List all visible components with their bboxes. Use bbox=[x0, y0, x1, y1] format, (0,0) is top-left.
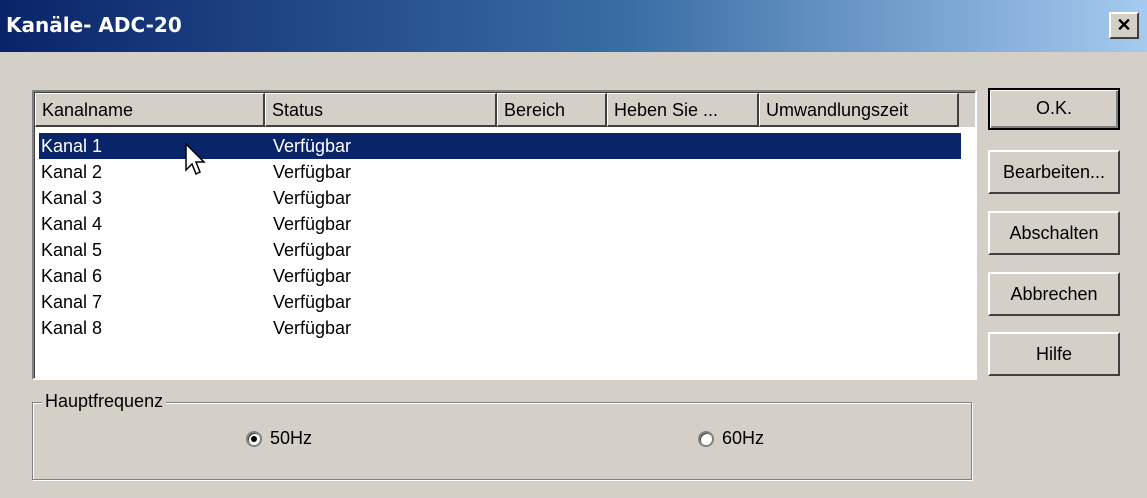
edit-button[interactable]: Bearbeiten... bbox=[988, 150, 1120, 194]
disable-button[interactable]: Abschalten bbox=[988, 211, 1120, 255]
radio-50hz[interactable]: 50Hz bbox=[246, 428, 312, 449]
frequency-group-label: Hauptfrequenz bbox=[42, 391, 167, 412]
help-button[interactable]: Hilfe bbox=[988, 332, 1120, 376]
row-status: Verfügbar bbox=[273, 240, 352, 260]
row-status: Verfügbar bbox=[273, 136, 352, 156]
ok-button-label: O.K. bbox=[1035, 98, 1072, 118]
row-channel-name: Kanal 3 bbox=[41, 188, 103, 208]
column-header-bereich[interactable]: Bereich bbox=[497, 93, 607, 127]
window-title: Kanäle- ADC-20 bbox=[6, 13, 182, 37]
row-channel-name: Kanal 8 bbox=[41, 318, 103, 338]
table-row[interactable]: Kanal 4 Verfügbar bbox=[39, 211, 961, 237]
radio-60hz[interactable]: 60Hz bbox=[698, 428, 764, 449]
row-status: Verfügbar bbox=[273, 292, 352, 312]
channel-list[interactable]: Kanalname Status Bereich Heben Sie ... U… bbox=[32, 90, 977, 380]
radio-unchecked-icon[interactable] bbox=[698, 430, 714, 447]
row-status: Verfügbar bbox=[273, 318, 352, 338]
row-channel-name: Kanal 1 bbox=[41, 136, 103, 156]
table-row[interactable]: Kanal 3 Verfügbar bbox=[39, 185, 961, 211]
ok-button[interactable]: O.K. bbox=[988, 88, 1120, 130]
row-channel-name: Kanal 4 bbox=[41, 214, 103, 234]
table-row[interactable]: Kanal 6 Verfügbar bbox=[39, 263, 961, 289]
table-row[interactable]: Kanal 8 Verfügbar bbox=[39, 315, 961, 341]
edit-button-label: Bearbeiten... bbox=[1002, 162, 1106, 182]
radio-60hz-label: 60Hz bbox=[722, 428, 765, 448]
disable-button-label: Abschalten bbox=[1009, 223, 1099, 243]
help-button-label: Hilfe bbox=[1035, 344, 1072, 364]
row-channel-name: Kanal 2 bbox=[41, 162, 103, 182]
radio-checked-icon[interactable] bbox=[246, 430, 262, 447]
table-row[interactable]: Kanal 7 Verfügbar bbox=[39, 289, 961, 315]
row-channel-name: Kanal 5 bbox=[41, 240, 103, 260]
radio-50hz-label: 50Hz bbox=[270, 428, 313, 448]
table-row[interactable]: Kanal 1 Verfügbar bbox=[39, 133, 961, 159]
list-header: Kanalname Status Bereich Heben Sie ... U… bbox=[35, 93, 975, 127]
column-header-umwandlungszeit[interactable]: Umwandlungszeit bbox=[759, 93, 959, 127]
cancel-button[interactable]: Abbrechen bbox=[988, 272, 1120, 316]
title-bar: Kanäle- ADC-20 ✕ bbox=[0, 0, 1147, 52]
row-status: Verfügbar bbox=[273, 266, 352, 286]
close-icon: ✕ bbox=[1116, 15, 1132, 35]
mouse-cursor-hand-icon bbox=[185, 142, 206, 176]
row-status: Verfügbar bbox=[273, 188, 352, 208]
column-header-heben-sie[interactable]: Heben Sie ... bbox=[607, 93, 759, 127]
table-row[interactable]: Kanal 2 Verfügbar bbox=[39, 159, 961, 185]
row-channel-name: Kanal 6 bbox=[41, 266, 103, 286]
column-header-status[interactable]: Status bbox=[265, 93, 497, 127]
list-rows: Kanal 1 Verfügbar Kanal 2 Verfügbar Kana… bbox=[39, 133, 961, 341]
close-button[interactable]: ✕ bbox=[1109, 12, 1139, 39]
cancel-button-label: Abbrechen bbox=[1010, 284, 1098, 304]
column-header-kanalname[interactable]: Kanalname bbox=[35, 93, 265, 127]
row-status: Verfügbar bbox=[273, 214, 352, 234]
row-channel-name: Kanal 7 bbox=[41, 292, 103, 312]
frequency-groupbox bbox=[32, 402, 972, 480]
table-row[interactable]: Kanal 5 Verfügbar bbox=[39, 237, 961, 263]
row-status: Verfügbar bbox=[273, 162, 352, 182]
